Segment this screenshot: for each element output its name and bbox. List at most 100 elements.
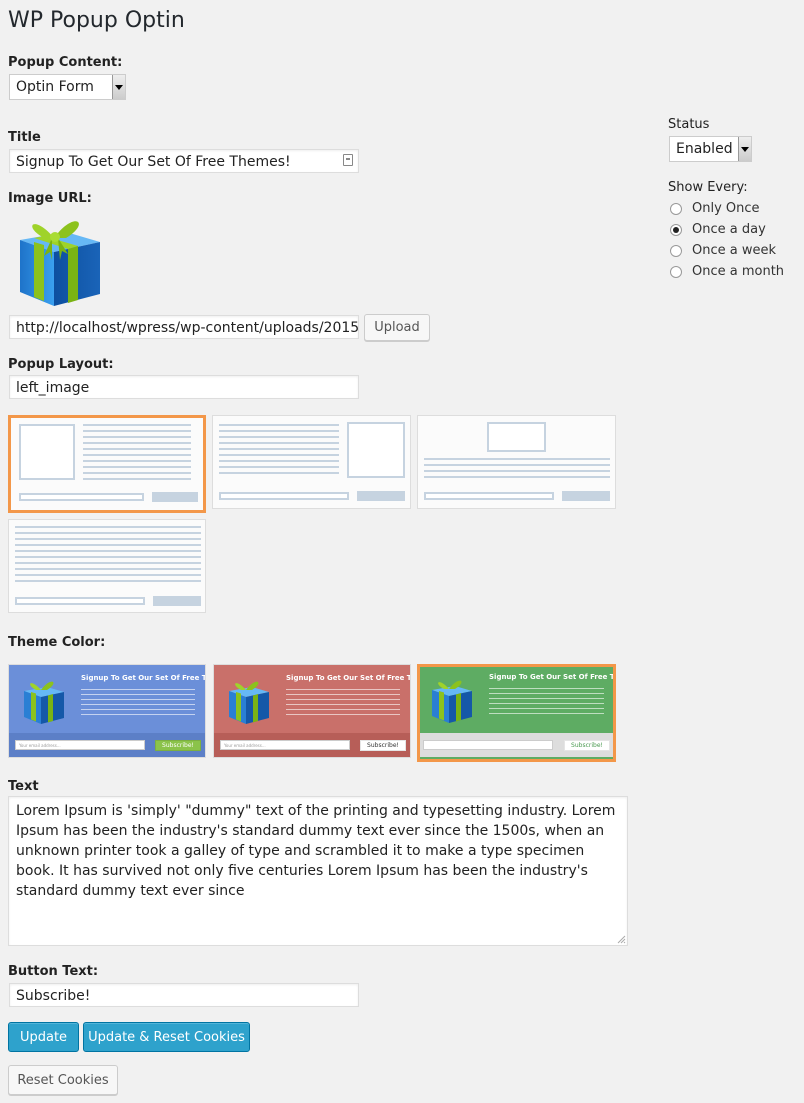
layout-line bbox=[219, 460, 339, 462]
layout-line bbox=[83, 454, 191, 456]
theme-text-line bbox=[489, 688, 604, 689]
upload-button[interactable]: Upload bbox=[364, 314, 430, 341]
layout-button-placeholder bbox=[152, 492, 198, 502]
gift-box-image bbox=[20, 221, 100, 306]
page-title: WP Popup Optin bbox=[8, 8, 185, 33]
layout-line bbox=[83, 478, 191, 480]
theme-text-line bbox=[81, 694, 195, 695]
layout-line bbox=[15, 532, 201, 534]
layout-line bbox=[219, 472, 339, 474]
layout-option-no-image[interactable] bbox=[8, 519, 206, 613]
layout-option-top-image[interactable] bbox=[417, 415, 616, 509]
theme-email-input: Your email address... bbox=[15, 740, 145, 750]
radio-button[interactable] bbox=[670, 202, 682, 215]
theme-subscribe-button: Subscribe! bbox=[155, 740, 201, 751]
popup-layout-input[interactable]: left_image bbox=[9, 375, 359, 399]
chevron-down-icon bbox=[738, 137, 751, 161]
title-input[interactable]: Signup To Get Our Set Of Free Themes! bbox=[9, 149, 359, 173]
popup-content-value: Optin Form bbox=[16, 79, 94, 95]
layout-button-placeholder bbox=[357, 491, 405, 501]
update-button[interactable]: Update bbox=[8, 1022, 79, 1052]
update-reset-cookies-button[interactable]: Update & Reset Cookies bbox=[83, 1022, 250, 1052]
theme-title: Signup To Get Our Set Of Free Themes! bbox=[286, 674, 410, 682]
theme-title: Signup To Get Our Set Of Free Themes! bbox=[489, 673, 615, 681]
theme-text-line bbox=[81, 714, 195, 715]
layout-line bbox=[424, 470, 610, 472]
theme-text-line bbox=[81, 699, 195, 700]
radio-once-a-week[interactable]: Once a week bbox=[670, 240, 784, 261]
layout-line bbox=[83, 460, 191, 462]
theme-title: Signup To Get Our Set Of Free Themes! bbox=[81, 674, 205, 682]
chevron-down-icon bbox=[112, 75, 125, 99]
layout-input-placeholder bbox=[19, 493, 144, 501]
layout-option-right-image[interactable] bbox=[212, 415, 411, 509]
layout-line bbox=[219, 436, 339, 438]
title-value: Signup To Get Our Set Of Free Themes! bbox=[16, 154, 291, 170]
theme-subscribe-button: Subscribe! bbox=[360, 740, 406, 751]
theme-text-line bbox=[489, 698, 604, 699]
popup-content-select[interactable]: Optin Form bbox=[9, 74, 126, 100]
resize-grip-icon[interactable] bbox=[616, 933, 626, 944]
layout-line bbox=[83, 436, 191, 438]
radio-button[interactable] bbox=[670, 223, 682, 236]
layout-input-placeholder bbox=[15, 597, 145, 605]
layout-option-left-image[interactable] bbox=[8, 415, 206, 513]
button-text-value: Subscribe! bbox=[16, 988, 91, 1004]
radio-button[interactable] bbox=[670, 244, 682, 257]
layout-button-placeholder bbox=[153, 596, 201, 606]
status-select[interactable]: Enabled bbox=[669, 136, 752, 162]
layout-line bbox=[83, 424, 191, 426]
radio-only-once[interactable]: Only Once bbox=[670, 198, 784, 219]
theme-option-3[interactable]: Signup To Get Our Set Of Free Themes! Sub… bbox=[417, 664, 616, 762]
theme-option-1[interactable]: Signup To Get Our Set Of Free Themes! You… bbox=[8, 664, 206, 758]
button-text-label: Button Text: bbox=[8, 964, 99, 979]
layout-line bbox=[15, 544, 201, 546]
status-label: Status bbox=[668, 117, 710, 132]
theme-text-line bbox=[489, 703, 604, 704]
layout-line bbox=[219, 424, 339, 426]
layout-line bbox=[83, 430, 191, 432]
popup-layout-label: Popup Layout: bbox=[8, 357, 114, 372]
layout-image-placeholder bbox=[347, 422, 405, 478]
layout-line bbox=[219, 442, 339, 444]
text-value: Lorem Ipsum is 'simply' "dummy" text of … bbox=[16, 803, 616, 899]
popup-layout-value: left_image bbox=[16, 380, 90, 396]
show-every-label: Show Every: bbox=[668, 180, 748, 195]
layout-line bbox=[83, 466, 191, 468]
layout-line bbox=[83, 448, 191, 450]
layout-line bbox=[83, 472, 191, 474]
gift-box-thumb bbox=[432, 680, 472, 723]
layout-input-placeholder bbox=[424, 492, 554, 500]
layout-image-placeholder bbox=[19, 424, 75, 480]
theme-option-2[interactable]: Signup To Get Our Set Of Free Themes! You… bbox=[213, 664, 411, 758]
layout-line bbox=[15, 550, 201, 552]
theme-text-line bbox=[286, 714, 400, 715]
text-textarea[interactable]: Lorem Ipsum is 'simply' "dummy" text of … bbox=[8, 796, 628, 946]
layout-line bbox=[219, 466, 339, 468]
radio-label: Once a week bbox=[692, 243, 777, 258]
radio-once-a-month[interactable]: Once a month bbox=[670, 261, 784, 282]
theme-text-line bbox=[286, 699, 400, 700]
radio-button[interactable] bbox=[670, 265, 682, 278]
button-text-input[interactable]: Subscribe! bbox=[9, 983, 359, 1007]
theme-text-line bbox=[286, 689, 400, 690]
contact-card-icon bbox=[343, 154, 353, 166]
popup-content-label: Popup Content: bbox=[8, 55, 123, 70]
layout-line bbox=[15, 574, 201, 576]
theme-text-line bbox=[81, 709, 195, 710]
theme-text-line bbox=[489, 713, 604, 714]
theme-email-input bbox=[423, 740, 553, 750]
layout-line bbox=[15, 556, 201, 558]
image-url-value: http://localhost/wpress/wp-content/uploa… bbox=[16, 320, 359, 336]
layout-line bbox=[15, 580, 201, 582]
theme-email-input: Your email address... bbox=[220, 740, 350, 750]
title-label: Title bbox=[8, 130, 41, 145]
layout-line bbox=[424, 476, 610, 478]
image-url-input[interactable]: http://localhost/wpress/wp-content/uploa… bbox=[9, 315, 359, 339]
image-url-label: Image URL: bbox=[8, 191, 92, 206]
theme-subscribe-button: Subscribe! bbox=[564, 740, 610, 751]
layout-image-placeholder bbox=[487, 422, 546, 452]
reset-cookies-button[interactable]: Reset Cookies bbox=[8, 1065, 118, 1095]
radio-once-a-day[interactable]: Once a day bbox=[670, 219, 784, 240]
theme-text-line bbox=[81, 704, 195, 705]
